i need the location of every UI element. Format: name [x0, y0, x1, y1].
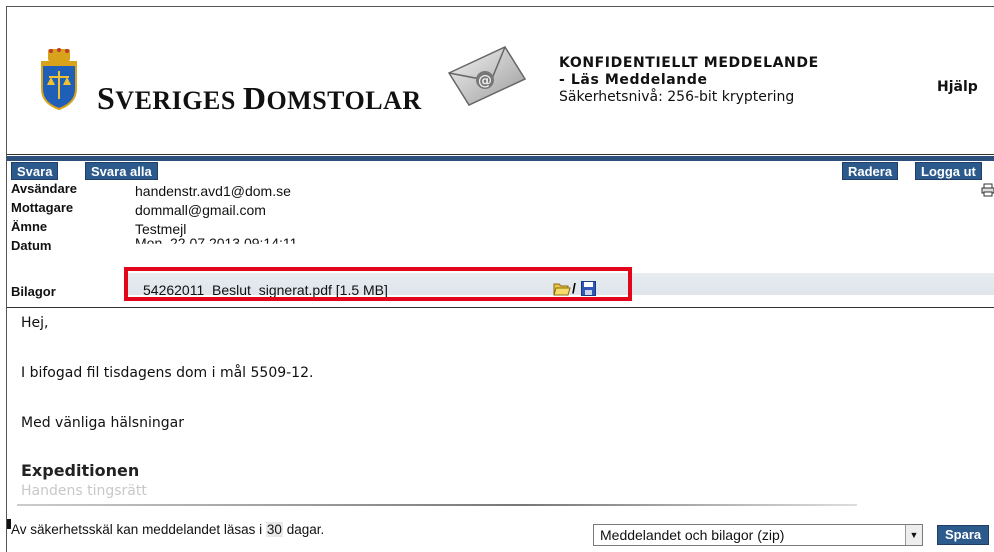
envelope-icon: @: [447, 46, 527, 106]
attachments-label: Bilagor: [11, 284, 56, 299]
message-signature: Expeditionen: [21, 461, 140, 480]
notice-subtitle: - Läs Meddelande: [559, 72, 708, 88]
confidential-notice: KONFIDENTIELLT MEDDELANDE - Läs Meddelan…: [559, 55, 819, 106]
security-level: Säkerhetsnivå: 256-bit kryptering: [559, 89, 795, 105]
retention-notice: Av säkerhetsskäl kan meddelandet läsas i…: [11, 522, 325, 537]
subject-value: Testmejl: [135, 221, 187, 237]
message-court-name: Handens tingsrätt: [21, 483, 147, 499]
header-body-divider: [7, 307, 994, 308]
download-format-value: Meddelandet och bilagor (zip): [600, 527, 785, 543]
attachment-highlight-box: [124, 267, 632, 301]
toolbar-divider: [7, 156, 994, 161]
message-header-fields: Avsändare handenstr.avd1@dom.se Mottagar…: [7, 181, 994, 301]
coat-of-arms-icon: [41, 48, 77, 111]
sender-value: handenstr.avd1@dom.se: [135, 183, 291, 199]
recipient-row: Mottagare dommall@gmail.com: [7, 200, 994, 218]
download-format-select[interactable]: Meddelandet och bilagor (zip) ▼: [593, 524, 923, 546]
brand-name: SVERIGES DOMSTOLAR: [97, 80, 422, 116]
header: SVERIGES DOMSTOLAR @ KONFIDENTIELLT MEDD…: [7, 7, 994, 155]
date-label: Datum: [11, 238, 52, 253]
svg-text:@: @: [478, 73, 492, 89]
date-row: Datum Mon, 22.07.2013 09:14:11: [7, 235, 994, 256]
subject-label: Ämne: [11, 219, 48, 234]
notice-title: KONFIDENTIELLT MEDDELANDE: [559, 55, 819, 71]
sender-row: Avsändare handenstr.avd1@dom.se: [7, 181, 994, 199]
secure-message-window: SVERIGES DOMSTOLAR @ KONFIDENTIELLT MEDD…: [6, 6, 994, 552]
retention-days: 30: [265, 522, 283, 537]
signature-divider: [17, 504, 857, 506]
recipient-label: Mottagare: [11, 200, 74, 215]
message-closing: Med vänliga hälsningar: [21, 415, 184, 431]
message-greeting: Hej,: [21, 315, 49, 331]
message-line-1: I bifogad fil tisdagens dom i mål 5509-1…: [21, 365, 314, 381]
reply-button[interactable]: Svara: [11, 162, 59, 180]
date-value: Mon, 22.07.2013 09:14:11: [135, 235, 298, 251]
toolbar: Svara Svara alla Radera Logga ut: [7, 156, 994, 180]
dropdown-arrow-icon[interactable]: ▼: [905, 525, 922, 545]
logout-button[interactable]: Logga ut: [915, 162, 982, 180]
recipient-value: dommall@gmail.com: [135, 202, 266, 218]
help-link[interactable]: Hjälp: [937, 79, 978, 95]
save-button[interactable]: Spara: [937, 525, 990, 545]
reply-all-button[interactable]: Svara alla: [85, 162, 158, 180]
sender-label: Avsändare: [11, 181, 77, 196]
delete-button[interactable]: Radera: [842, 162, 899, 180]
subject-row: Ämne Testmejl: [7, 219, 994, 237]
